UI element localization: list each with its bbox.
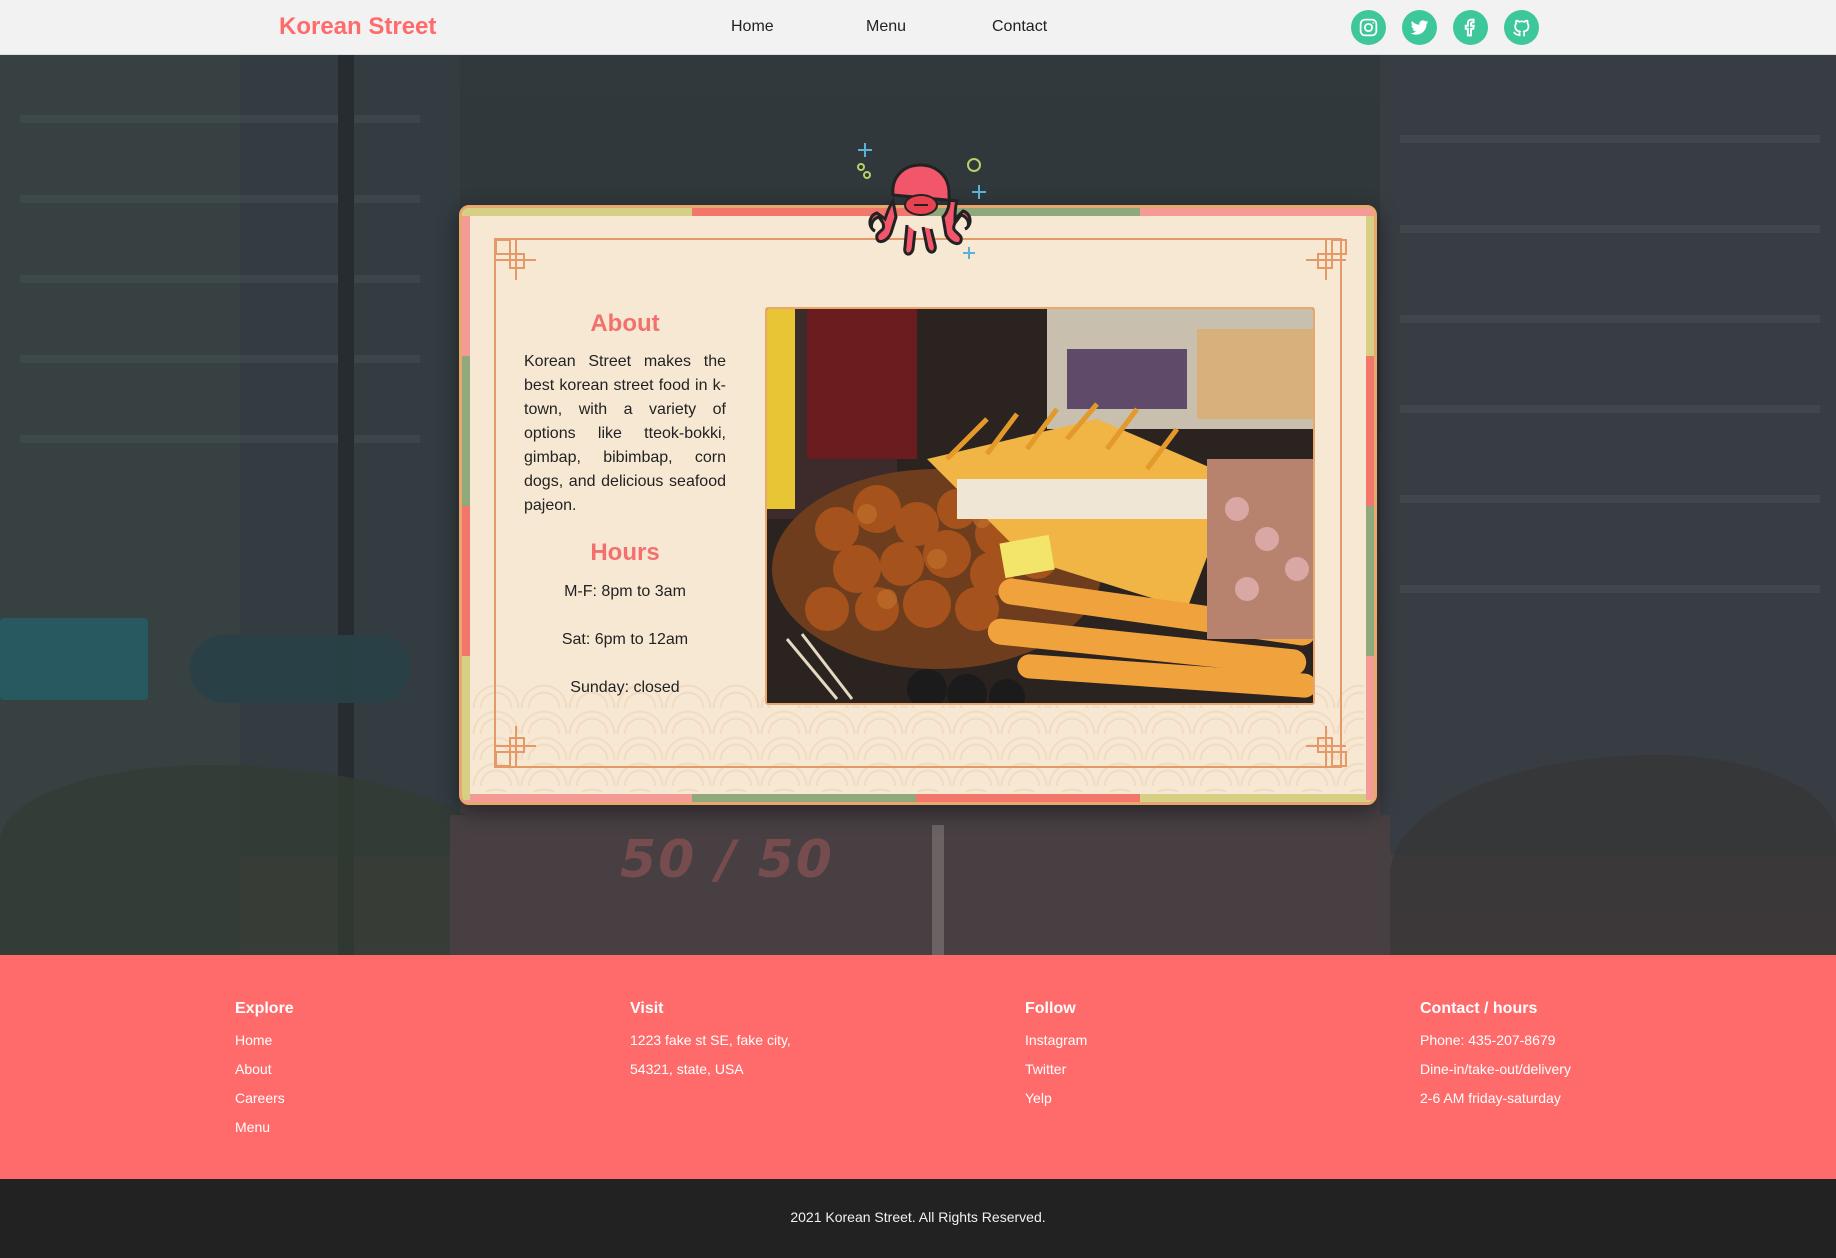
footer-heading: Follow [1025, 1000, 1076, 1017]
footer-link-careers[interactable]: Careers [235, 1084, 294, 1113]
instagram-icon[interactable] [1351, 10, 1386, 45]
about-heading: About [590, 310, 660, 337]
footer-heading: Visit [630, 1000, 664, 1017]
footer-heading: Explore [235, 1000, 294, 1017]
copyright-text: 2021 Korean Street. All Rights Reserved. [790, 1209, 1046, 1225]
copyright-bar: 2021 Korean Street. All Rights Reserved. [0, 1179, 1836, 1258]
footer-address-line: 54321, state, USA [630, 1061, 744, 1077]
facebook-icon[interactable] [1453, 10, 1488, 45]
footer-column-explore: Explore Home About Careers Menu [235, 1000, 294, 1142]
nav-link-home[interactable]: Home [731, 18, 774, 36]
brand-logo[interactable]: Korean Street [279, 13, 436, 41]
street-food-photo [765, 307, 1315, 705]
hours-weekday: M-F: 8pm to 3am [564, 583, 686, 600]
footer-link-twitter[interactable]: Twitter [1025, 1055, 1087, 1084]
hero-background: 50 / 50 About Korean Street makes the be… [0, 55, 1836, 955]
corner-knot-icon [1306, 726, 1347, 767]
footer-link-menu[interactable]: Menu [235, 1113, 294, 1142]
corner-knot-icon [495, 726, 536, 767]
footer-column-follow: Follow Instagram Twitter Yelp [1025, 1000, 1087, 1113]
footer-column-contact: Contact / hours Phone: 435-207-8679 Dine… [1420, 1000, 1571, 1113]
footer-phone: Phone: 435-207-8679 [1420, 1032, 1556, 1048]
corner-knot-icon [1306, 239, 1347, 280]
corner-knot-icon [495, 239, 536, 280]
footer-service-types: Dine-in/take-out/delivery [1420, 1061, 1571, 1077]
footer-link-home[interactable]: Home [235, 1026, 294, 1055]
hours-heading: Hours [590, 539, 660, 566]
hours-sunday: Sunday: closed [570, 679, 680, 696]
about-text: Korean Street makes the best korean stre… [524, 353, 726, 514]
nav-link-menu[interactable]: Menu [866, 18, 906, 36]
footer-link-instagram[interactable]: Instagram [1025, 1026, 1087, 1055]
github-icon[interactable] [1504, 10, 1539, 45]
footer-late-hours: 2-6 AM friday-saturday [1420, 1090, 1561, 1106]
footer-column-visit: Visit 1223 fake st SE, fake city, 54321,… [630, 1000, 791, 1084]
footer-heading: Contact / hours [1420, 1000, 1538, 1017]
footer: Explore Home About Careers Menu Visit 12… [0, 955, 1836, 1179]
twitter-icon[interactable] [1402, 10, 1437, 45]
hours-saturday: Sat: 6pm to 12am [561, 631, 689, 648]
footer-address-line: 1223 fake st SE, fake city, [630, 1032, 791, 1048]
octopus-icon [857, 143, 986, 259]
footer-link-yelp[interactable]: Yelp [1025, 1084, 1087, 1113]
nav-link-contact[interactable]: Contact [992, 18, 1047, 36]
navbar: Korean Street Home Menu Contact [0, 0, 1836, 55]
info-card: About Korean Street makes the best korea… [459, 205, 1377, 805]
footer-link-about[interactable]: About [235, 1055, 294, 1084]
